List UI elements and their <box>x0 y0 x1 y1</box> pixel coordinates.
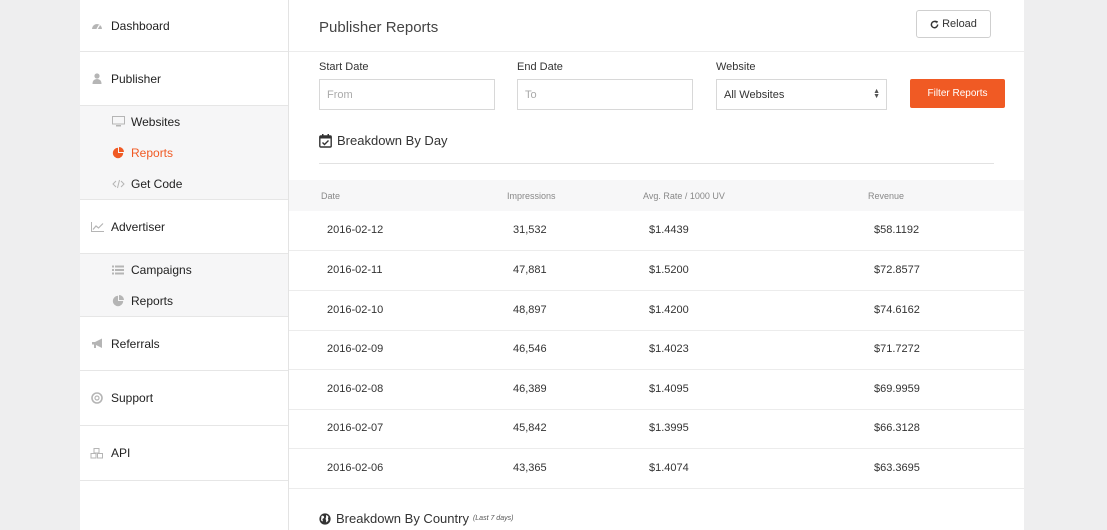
cell-impressions: 46,389 <box>513 383 547 395</box>
sidebar-item-label: Reports <box>131 145 174 160</box>
cell-date: 2016-02-09 <box>327 343 384 355</box>
sidebar-item-dashboard[interactable]: Dashboard <box>80 0 288 52</box>
cell-date: 2016-02-11 <box>327 264 383 276</box>
sidebar-item-label: Support <box>111 391 154 405</box>
cell-avg-rate: $1.5200 <box>649 264 689 276</box>
breakdown-by-day-heading: Breakdown By Day <box>319 133 448 148</box>
column-header-revenue: Revenue <box>868 191 905 201</box>
line-chart-icon <box>90 220 104 234</box>
cell-date: 2016-02-12 <box>327 224 384 236</box>
start-date-label: Start Date <box>319 61 369 73</box>
cell-revenue: $74.6162 <box>874 304 920 316</box>
cell-impressions: 48,897 <box>513 304 547 316</box>
sidebar: Dashboard Publisher Websites Reports Get… <box>80 0 289 530</box>
website-select-value: All Websites <box>724 88 785 101</box>
section-subtitle: (Last 7 days) <box>472 515 514 522</box>
sidebar-item-label: Advertiser <box>111 219 166 234</box>
cell-impressions: 31,532 <box>513 224 547 236</box>
list-icon <box>111 263 125 277</box>
section-title: Breakdown By Day <box>337 133 448 148</box>
globe-icon <box>319 512 331 525</box>
table-row: 2016-02-08 46,389 $1.4095 $69.9959 <box>289 370 1024 410</box>
sidebar-item-advertiser[interactable]: Advertiser <box>80 200 288 254</box>
section-divider <box>319 163 994 164</box>
sidebar-item-label: Reports <box>131 293 174 308</box>
sidebar-item-reports[interactable]: Reports <box>80 137 288 168</box>
cell-avg-rate: $1.3995 <box>649 422 689 434</box>
cell-avg-rate: $1.4074 <box>649 462 689 474</box>
cell-impressions: 46,546 <box>513 343 547 355</box>
table-row: 2016-02-11 47,881 $1.5200 $72.8577 <box>289 251 1024 291</box>
main-content: Publisher Reports Reload Start Date From… <box>289 0 1024 530</box>
table-row: 2016-02-07 45,842 $1.3995 $66.3128 <box>289 409 1024 449</box>
filter-reports-button[interactable]: Filter Reports <box>910 79 1005 108</box>
page-title: Publisher Reports <box>319 19 439 36</box>
refresh-icon <box>930 19 939 28</box>
end-date-label: End Date <box>517 61 563 73</box>
sidebar-item-api[interactable]: API <box>80 426 288 481</box>
code-icon <box>111 177 125 191</box>
header-divider <box>289 51 1024 52</box>
monitor-icon <box>111 115 125 129</box>
sidebar-item-websites[interactable]: Websites <box>80 106 288 137</box>
column-header-impressions: Impressions <box>507 191 556 201</box>
advertiser-submenu: Campaigns Reports <box>80 254 288 317</box>
publisher-submenu: Websites Reports Get Code <box>80 106 288 200</box>
cell-impressions: 47,881 <box>513 264 547 276</box>
sidebar-item-label: Campaigns <box>131 262 192 277</box>
cell-revenue: $66.3128 <box>874 422 920 434</box>
table-header: Date Impressions Avg. Rate / 1000 UV Rev… <box>289 180 1024 211</box>
reload-button[interactable]: Reload <box>916 10 991 38</box>
user-icon <box>90 72 104 86</box>
cell-avg-rate: $1.4439 <box>649 224 689 236</box>
table-row: 2016-02-09 46,546 $1.4023 $71.7272 <box>289 330 1024 370</box>
column-header-avg-rate: Avg. Rate / 1000 UV <box>643 191 725 201</box>
cell-revenue: $71.7272 <box>874 343 920 355</box>
sidebar-item-publisher[interactable]: Publisher <box>80 52 288 106</box>
cell-revenue: $72.8577 <box>874 264 920 276</box>
table-row: 2016-02-10 48,897 $1.4200 $74.6162 <box>289 291 1024 331</box>
cubes-icon <box>90 446 104 460</box>
table-row: 2016-02-06 43,365 $1.4074 $63.3695 <box>289 449 1024 489</box>
sidebar-item-get-code[interactable]: Get Code <box>80 168 288 199</box>
life-ring-icon <box>90 391 104 405</box>
cell-revenue: $58.1192 <box>874 224 920 236</box>
website-select[interactable]: All Websites ▲ ▼ <box>716 79 887 110</box>
start-date-input[interactable]: From <box>319 79 495 110</box>
sidebar-item-label: Publisher <box>111 71 162 86</box>
sidebar-item-label: Dashboard <box>111 18 170 33</box>
table-row: 2016-02-12 31,532 $1.4439 $58.1192 <box>289 211 1024 251</box>
cell-revenue: $63.3695 <box>874 462 920 474</box>
cell-revenue: $69.9959 <box>874 383 920 395</box>
cell-date: 2016-02-08 <box>327 383 384 395</box>
breakdown-by-country-heading: Breakdown By Country (Last 7 days) <box>319 511 513 526</box>
cell-impressions: 45,842 <box>513 422 547 434</box>
calendar-check-icon <box>319 133 332 148</box>
sidebar-item-label: Get Code <box>131 176 183 191</box>
column-header-date: Date <box>321 191 341 201</box>
end-date-input[interactable]: To <box>517 79 693 110</box>
cell-date: 2016-02-06 <box>327 462 384 474</box>
sidebar-item-campaigns[interactable]: Campaigns <box>80 254 288 285</box>
sidebar-item-label: API <box>111 446 131 460</box>
sidebar-item-label: Referrals <box>111 336 160 351</box>
pie-chart-icon <box>111 294 125 308</box>
cell-avg-rate: $1.4095 <box>649 383 689 395</box>
pie-chart-icon <box>111 146 125 160</box>
cell-avg-rate: $1.4023 <box>649 343 689 355</box>
cell-date: 2016-02-07 <box>327 422 384 434</box>
dashboard-icon <box>90 19 104 33</box>
sidebar-item-advertiser-reports[interactable]: Reports <box>80 285 288 316</box>
sidebar-item-referrals[interactable]: Referrals <box>80 317 288 371</box>
reload-label: Reload <box>942 18 977 30</box>
select-arrows-icon: ▲ ▼ <box>873 88 880 100</box>
website-label: Website <box>716 61 756 73</box>
cell-date: 2016-02-10 <box>327 304 384 316</box>
megaphone-icon <box>90 337 104 351</box>
section-title: Breakdown By Country <box>336 511 469 526</box>
sidebar-item-label: Websites <box>131 114 181 129</box>
sidebar-item-support[interactable]: Support <box>80 371 288 426</box>
cell-impressions: 43,365 <box>513 462 547 474</box>
cell-avg-rate: $1.4200 <box>649 304 689 316</box>
